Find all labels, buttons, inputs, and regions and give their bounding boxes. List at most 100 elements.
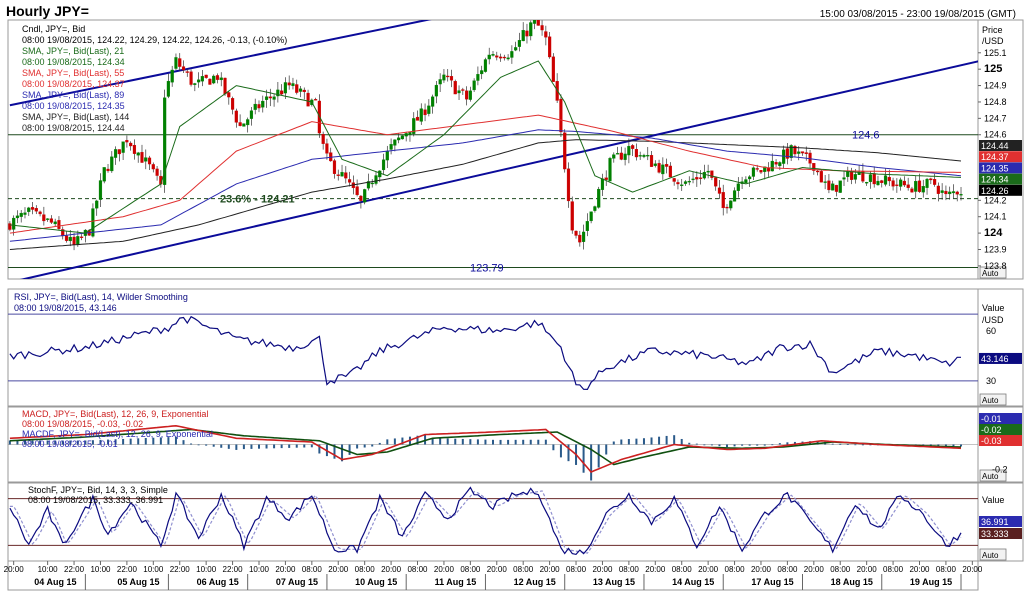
candle-body (204, 74, 208, 78)
macd-hist-bar (703, 444, 706, 446)
rsi-tick-label: 30 (986, 376, 996, 386)
macd-hist-bar (846, 444, 849, 445)
x-time-label: 20:00 (909, 565, 930, 574)
macd-badge-label: -0.03 (981, 436, 1002, 446)
legend-main-entry: 08:00 19/08/2015, 124.35 (22, 101, 125, 111)
x-time-label: 08:00 (513, 565, 534, 574)
candle-body (298, 88, 303, 92)
macd-hist-bar (499, 439, 502, 445)
x-time-label: 20:00 (751, 565, 772, 574)
candle-body (770, 160, 774, 172)
x-time-label: 08:00 (302, 565, 323, 574)
candle-body (887, 176, 891, 182)
x-time-label: 20:00 (328, 565, 349, 574)
x-time-label: 08:00 (619, 565, 640, 574)
legend-rsi-entry: RSI, JPY=, Bid(Last), 14, Wilder Smoothi… (14, 292, 188, 302)
candle-body (321, 134, 325, 144)
candle-body (880, 180, 884, 183)
candle-body (200, 76, 204, 82)
candle-body (415, 116, 420, 121)
price-axis-unit: /USD (982, 36, 1004, 46)
candle-body (57, 220, 61, 229)
candle-body (578, 234, 582, 243)
candle-body (495, 55, 499, 58)
candle-body (483, 59, 488, 72)
candle-body (559, 98, 563, 133)
candle (163, 89, 167, 193)
macd-hist-bar (303, 444, 306, 448)
candle-body (287, 82, 291, 86)
candle-body (680, 184, 684, 186)
price-tick-label: 124.1 (984, 212, 1007, 222)
macd-hist-bar (182, 440, 185, 445)
macd-hist-bar (348, 444, 351, 455)
macd-hist-bar (273, 444, 276, 449)
macd-hist-bar (650, 437, 653, 445)
x-date-label: 05 Aug 15 (117, 577, 159, 587)
candle-body (838, 180, 842, 193)
candle (608, 156, 612, 182)
x-time-label: 08:00 (777, 565, 798, 574)
x-time-label: 08:00 (566, 565, 587, 574)
macd-hist-bar (763, 444, 766, 446)
candle-body (563, 132, 567, 170)
macd-hist-bar (386, 439, 389, 445)
candle-body (181, 66, 186, 71)
candle-body (615, 153, 620, 155)
candle-body (695, 177, 699, 180)
macd-hist-bar (552, 444, 555, 451)
x-time-label: 08:00 (672, 565, 693, 574)
macd-hist-bar (288, 444, 291, 448)
candle-body (917, 180, 922, 192)
stoch-badge-label: 33.333 (981, 529, 1009, 539)
candle (536, 20, 540, 26)
candle-body (246, 119, 250, 126)
candle-body (423, 109, 427, 116)
candle-body (581, 231, 586, 242)
candle-body (121, 141, 125, 153)
candle-body (948, 191, 952, 195)
macd-hist-bar (778, 443, 781, 445)
candle (400, 135, 405, 140)
legend-macd-entry: 08:00 19/08/2015, -0.03, -0.02 (22, 419, 143, 429)
candle-body (374, 175, 378, 184)
legend-macd-entry: 08:00 19/08/2015, -0.01 (22, 439, 118, 449)
candle-body (521, 30, 525, 42)
macd-hist-bar (839, 443, 842, 445)
macd-hist-bar (461, 438, 464, 445)
candle-body (649, 155, 654, 167)
macd-tick-label: -0.2 (992, 465, 1008, 475)
macd-hist-bar (122, 438, 125, 445)
candle-body (306, 92, 310, 107)
macd-hist-bar (620, 439, 623, 445)
candle-body (419, 108, 423, 122)
candle-body (253, 103, 257, 110)
price-tick-label: 123.8 (984, 261, 1007, 271)
candle-body (672, 178, 676, 182)
candle-body (759, 170, 763, 173)
candle-body (895, 184, 899, 186)
legend-main-entry: Cndl, JPY=, Bid (22, 24, 85, 34)
legend-main-entry: SMA, JPY=, Bid(Last), 144 (22, 112, 129, 122)
candle-body (49, 218, 53, 223)
macd-hist-bar (137, 438, 140, 445)
macd-hist-bar (378, 442, 381, 445)
macd-hist-bar (310, 444, 313, 448)
candle-body (189, 71, 193, 85)
candle-body (872, 173, 876, 185)
macd-hist-bar (507, 439, 510, 445)
candle (819, 170, 823, 183)
macd-hist-bar (476, 439, 479, 445)
chart-canvas[interactable]: AutoAutoAutoAuto23.6% - 124.21124.6123.7… (0, 0, 1024, 603)
candle-body (540, 25, 544, 31)
candle-body (151, 164, 155, 170)
x-date-label: 19 Aug 15 (910, 577, 952, 587)
x-date-label: 14 Aug 15 (672, 577, 714, 587)
panel-rsi (7, 288, 979, 407)
candle-body (766, 167, 771, 172)
price-tick-label: 124.2 (984, 195, 1007, 205)
candle-body (597, 188, 601, 208)
candle-body (280, 90, 284, 95)
macd-hist-bar (726, 444, 729, 448)
candle-body (136, 152, 140, 156)
